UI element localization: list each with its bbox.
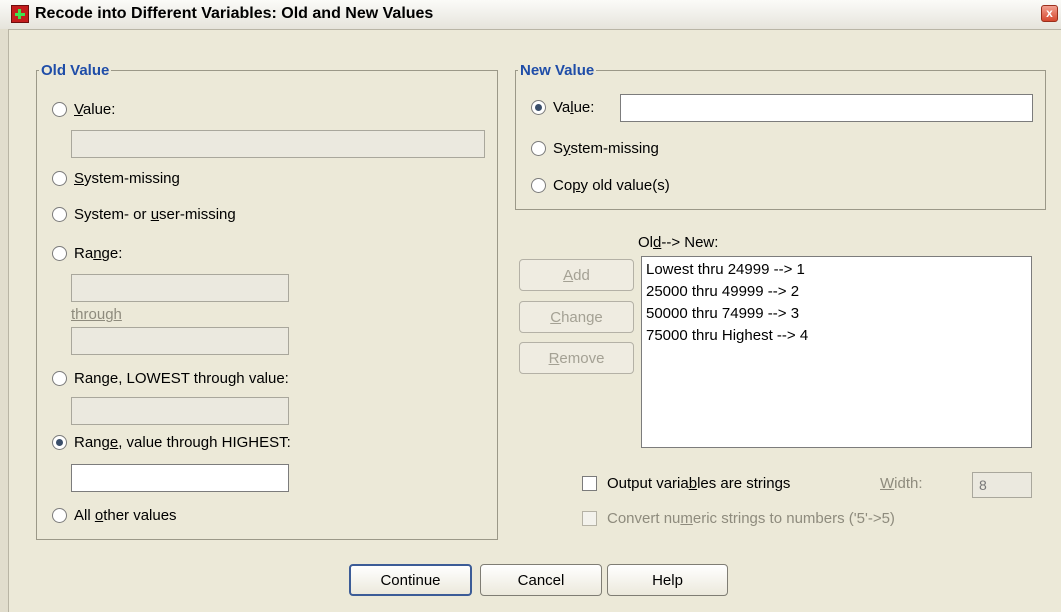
- new-system-missing-radio-button[interactable]: [531, 141, 546, 156]
- width-label: Width:: [880, 475, 923, 492]
- window-title: Recode into Different Variables: Old and…: [35, 5, 434, 22]
- width-input[interactable]: 8: [972, 472, 1032, 498]
- old-range-from-input[interactable]: [71, 274, 289, 302]
- title-bar: Recode into Different Variables: Old and…: [0, 0, 1061, 30]
- new-value-radio-button[interactable]: [531, 100, 546, 115]
- window-frame-left: [0, 29, 9, 612]
- new-value-legend: New Value: [520, 62, 595, 79]
- cancel-button[interactable]: Cancel: [480, 564, 602, 596]
- old-value-legend: Old Value: [41, 62, 110, 79]
- convert-numeric-checkbox[interactable]: Convert numeric strings to numbers ('5'-…: [582, 510, 895, 527]
- convert-numeric-checkbox-box[interactable]: [582, 511, 597, 526]
- old-range-through-label: through: [71, 306, 122, 323]
- output-strings-checkbox[interactable]: Output variables are strings: [582, 475, 790, 492]
- remove-button[interactable]: Remove: [519, 342, 634, 374]
- old-range-lowest-input[interactable]: [71, 397, 289, 425]
- new-copy-old-radio-button[interactable]: [531, 178, 546, 193]
- old-range-lowest-radio[interactable]: Range, LOWEST through value:: [52, 370, 289, 387]
- old-all-other-radio[interactable]: All other values: [52, 507, 177, 524]
- old-value-radio[interactable]: Value:: [52, 101, 115, 118]
- new-value-input[interactable]: [620, 94, 1033, 122]
- old-range-highest-input[interactable]: [71, 464, 289, 492]
- change-button[interactable]: Change: [519, 301, 634, 333]
- new-value-radio[interactable]: Value:: [531, 99, 594, 116]
- old-range-to-input[interactable]: [71, 327, 289, 355]
- old-value-input[interactable]: [71, 130, 485, 158]
- old-range-highest-radio-button[interactable]: [52, 435, 67, 450]
- help-button[interactable]: Help: [607, 564, 728, 596]
- old-system-missing-radio-button[interactable]: [52, 171, 67, 186]
- list-item[interactable]: 75000 thru Highest --> 4: [646, 325, 1027, 347]
- old-range-lowest-radio-button[interactable]: [52, 371, 67, 386]
- old-system-or-user-missing-radio-button[interactable]: [52, 207, 67, 222]
- new-system-missing-radio[interactable]: System-missing: [531, 140, 659, 157]
- new-copy-old-radio[interactable]: Copy old value(s): [531, 177, 670, 194]
- list-item[interactable]: 25000 thru 49999 --> 2: [646, 281, 1027, 303]
- output-strings-checkbox-box[interactable]: [582, 476, 597, 491]
- old-value-radio-button[interactable]: [52, 102, 67, 117]
- old-new-list[interactable]: Lowest thru 24999 --> 1 25000 thru 49999…: [641, 256, 1032, 448]
- list-item[interactable]: 50000 thru 74999 --> 3: [646, 303, 1027, 325]
- old-system-or-user-missing-radio[interactable]: System- or user-missing: [52, 206, 236, 223]
- continue-button[interactable]: Continue: [349, 564, 472, 596]
- old-new-label: Ol d --> New:: [638, 234, 719, 251]
- old-range-highest-radio[interactable]: Range, value through HIGHEST:: [52, 434, 291, 451]
- old-range-radio[interactable]: Range:: [52, 245, 122, 262]
- close-icon[interactable]: x: [1041, 5, 1058, 22]
- old-range-radio-button[interactable]: [52, 246, 67, 261]
- spss-recode-icon: [11, 5, 29, 23]
- list-item[interactable]: Lowest thru 24999 --> 1: [646, 259, 1027, 281]
- old-all-other-radio-button[interactable]: [52, 508, 67, 523]
- add-button[interactable]: Add: [519, 259, 634, 291]
- old-system-missing-radio[interactable]: System-missing: [52, 170, 180, 187]
